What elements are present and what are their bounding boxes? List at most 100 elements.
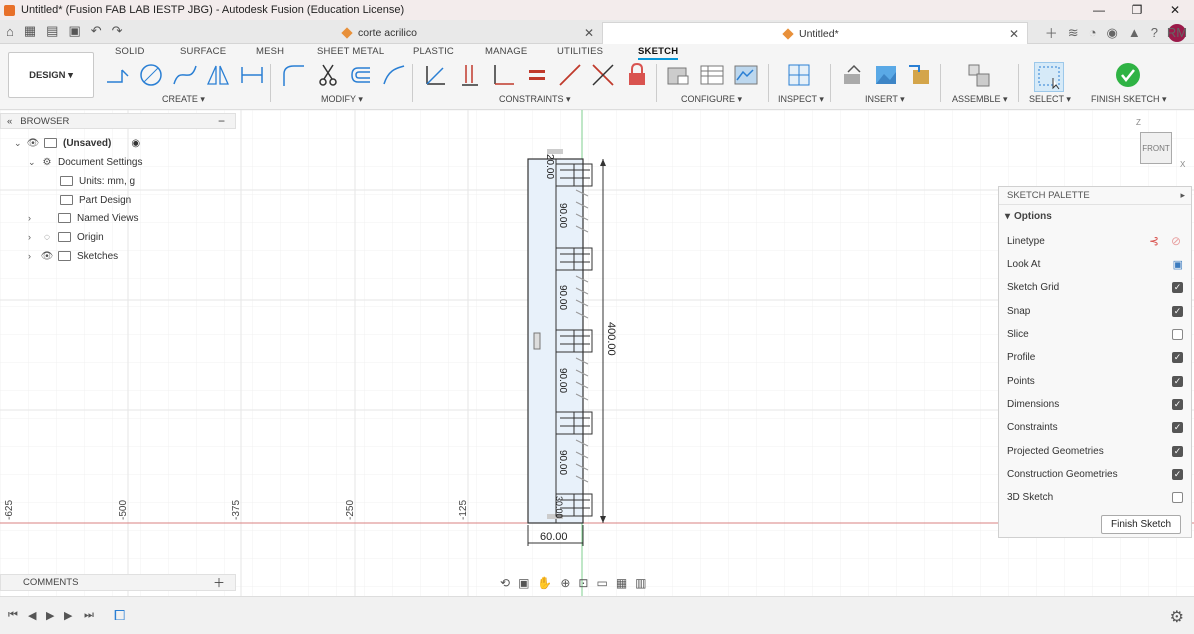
sketch-timeline-icon[interactable]: ⧠ [114, 607, 125, 624]
tree-part-design[interactable]: Part Design [60, 191, 131, 209]
tab-sketch[interactable]: SKETCH [638, 46, 679, 60]
expand-icon[interactable]: ▸ [1180, 190, 1185, 201]
construction-geometries-checkbox[interactable]: ✓ [1172, 468, 1183, 480]
palette-row-construction-geometries[interactable]: Construction Geometries ✓ [1007, 464, 1183, 484]
job-status-icon[interactable]: ◔ [1089, 25, 1097, 40]
dimension-bottom[interactable]: 30.00 [554, 496, 564, 519]
grid-apps-icon[interactable]: ▦ [24, 23, 36, 39]
help-icon[interactable]: ? [1151, 25, 1158, 40]
chevron-right-icon[interactable]: › [28, 232, 40, 242]
dimension-segment-3[interactable]: 90.00 [557, 368, 568, 393]
browser-header[interactable]: « BROWSER − [0, 113, 236, 129]
constraints-checkbox[interactable]: ✓ [1172, 421, 1183, 433]
zoom-icon[interactable]: ⊕ [560, 576, 570, 590]
dimension-total-height[interactable]: 400.00 [605, 322, 617, 356]
comments-panel[interactable]: COMMENTS ＋ [0, 574, 236, 591]
circle-tool[interactable] [138, 62, 164, 88]
parallel-constraint-tool[interactable] [557, 62, 583, 88]
palette-row-projected-geometries[interactable]: Projected Geometries ✓ [1007, 441, 1183, 461]
insert-derive-tool[interactable] [840, 62, 866, 88]
sketch-curve-tool[interactable] [381, 62, 407, 88]
insert-menu[interactable]: INSERT ▾ [865, 94, 905, 105]
chevron-right-icon[interactable]: › [28, 213, 40, 223]
configure-tool[interactable] [733, 62, 759, 88]
look-at-icon[interactable]: ▣ [1173, 258, 1183, 271]
file-menu-icon[interactable]: ▤ [46, 23, 58, 39]
eye-hidden-icon[interactable]: ◌ [40, 232, 54, 243]
workspace-switcher[interactable]: DESIGN ▾ [8, 52, 94, 98]
chevron-down-icon[interactable]: ⌄ [28, 157, 40, 168]
snap-checkbox[interactable]: ✓ [1172, 305, 1183, 317]
select-tool[interactable] [1034, 62, 1064, 92]
go-to-end-icon[interactable]: ⏭ [84, 609, 94, 622]
trim-tool[interactable] [315, 62, 341, 88]
centerline-icon[interactable]: ⊘ [1171, 234, 1181, 248]
fillet-tool[interactable] [280, 62, 306, 88]
viewports-icon[interactable]: ▥ [635, 576, 646, 590]
finish-sketch-button[interactable]: Finish Sketch [1101, 515, 1181, 534]
options-section-header[interactable]: ▾ Options [999, 205, 1191, 227]
handle[interactable] [533, 332, 541, 350]
tab-plastic[interactable]: PLASTIC [413, 46, 454, 57]
dimensions-checkbox[interactable]: ✓ [1172, 398, 1183, 410]
dimension-top[interactable]: 20.00 [544, 154, 555, 179]
slice-checkbox[interactable] [1172, 328, 1183, 340]
activate-radio-icon[interactable]: ◉ [131, 138, 140, 149]
palette-row-points[interactable]: Points ✓ [1007, 371, 1183, 391]
grid-settings-icon[interactable]: ▦ [616, 576, 627, 590]
step-back-icon[interactable]: ◀ [28, 609, 36, 622]
palette-row-slice[interactable]: Slice [1007, 324, 1183, 344]
assemble-menu[interactable]: ASSEMBLE ▾ [952, 94, 1008, 105]
insert-canvas-tool[interactable] [873, 62, 899, 88]
tab-corte-acrilico[interactable]: corte acrilico ✕ [330, 22, 602, 44]
lock-constraint-tool[interactable] [624, 62, 650, 88]
sketch-palette-header[interactable]: SKETCH PALETTE ▸ [999, 187, 1191, 205]
add-comment-icon[interactable]: ＋ [213, 574, 225, 591]
create-menu[interactable]: CREATE ▾ [162, 94, 205, 105]
construction-linetype-icon[interactable]: ⊰ [1149, 234, 1159, 248]
fix-constraint-tool[interactable] [423, 62, 449, 88]
eye-icon[interactable]: 👁 [26, 138, 40, 149]
projected-geometries-checkbox[interactable]: ✓ [1172, 445, 1183, 457]
online-status-icon[interactable]: ◉ [1107, 25, 1118, 41]
tab-mesh[interactable]: MESH [256, 46, 284, 57]
tree-document-settings[interactable]: ⌄ ⚙ Document Settings [28, 153, 143, 171]
dimension-segment-2[interactable]: 90.00 [557, 285, 568, 310]
display-settings-icon[interactable]: ▭ [596, 576, 607, 590]
palette-row-dimensions[interactable]: Dimensions ✓ [1007, 394, 1183, 414]
tab-surface[interactable]: SURFACE [180, 46, 226, 57]
equal-constraint-tool[interactable] [524, 62, 550, 88]
user-avatar[interactable]: RM [1167, 23, 1187, 42]
dimension-tool[interactable] [239, 62, 265, 88]
select-menu[interactable]: SELECT ▾ [1029, 94, 1071, 105]
tab-utilities[interactable]: UTILITIES [557, 46, 603, 57]
configure-menu[interactable]: CONFIGURE ▾ [681, 94, 742, 105]
eye-icon[interactable]: 👁 [40, 251, 54, 262]
dimension-segment-1[interactable]: 90.00 [557, 203, 568, 228]
close-tab-icon[interactable]: ✕ [1009, 27, 1019, 41]
tab-untitled[interactable]: Untitled* ✕ [602, 22, 1028, 44]
inspect-menu[interactable]: INSPECT ▾ [778, 94, 824, 105]
gear-icon[interactable]: ⚙ [1170, 607, 1184, 627]
tangent-constraint-tool[interactable] [457, 62, 483, 88]
tree-origin[interactable]: › ◌ Origin [28, 228, 104, 246]
tree-root[interactable]: ⌄ 👁 (Unsaved) ◉ [14, 134, 140, 152]
collinear-constraint-tool[interactable] [590, 62, 616, 88]
tab-manage[interactable]: MANAGE [485, 46, 527, 57]
redo-icon[interactable]: ↷ [112, 23, 123, 39]
new-component-tool[interactable] [966, 62, 992, 88]
collapse-icon[interactable]: − [218, 114, 225, 128]
home-icon[interactable]: ⌂ [6, 24, 14, 39]
notifications-icon[interactable]: ▲ [1128, 25, 1141, 40]
perpendicular-constraint-tool[interactable] [490, 62, 516, 88]
tree-named-views[interactable]: › Named Views [28, 209, 139, 227]
tab-solid[interactable]: SOLID [115, 46, 145, 57]
spline-tool[interactable] [172, 62, 198, 88]
sketch-grid-checkbox[interactable]: ✓ [1172, 281, 1183, 293]
modify-menu[interactable]: MODIFY ▾ [321, 94, 363, 105]
step-forward-icon[interactable]: ▶ [64, 609, 72, 622]
dimension-width[interactable]: 60.00 [540, 531, 568, 543]
new-tab-icon[interactable]: ＋ [1045, 23, 1058, 42]
chevron-right-icon[interactable]: › [28, 251, 40, 261]
undo-icon[interactable]: ↶ [91, 23, 102, 39]
